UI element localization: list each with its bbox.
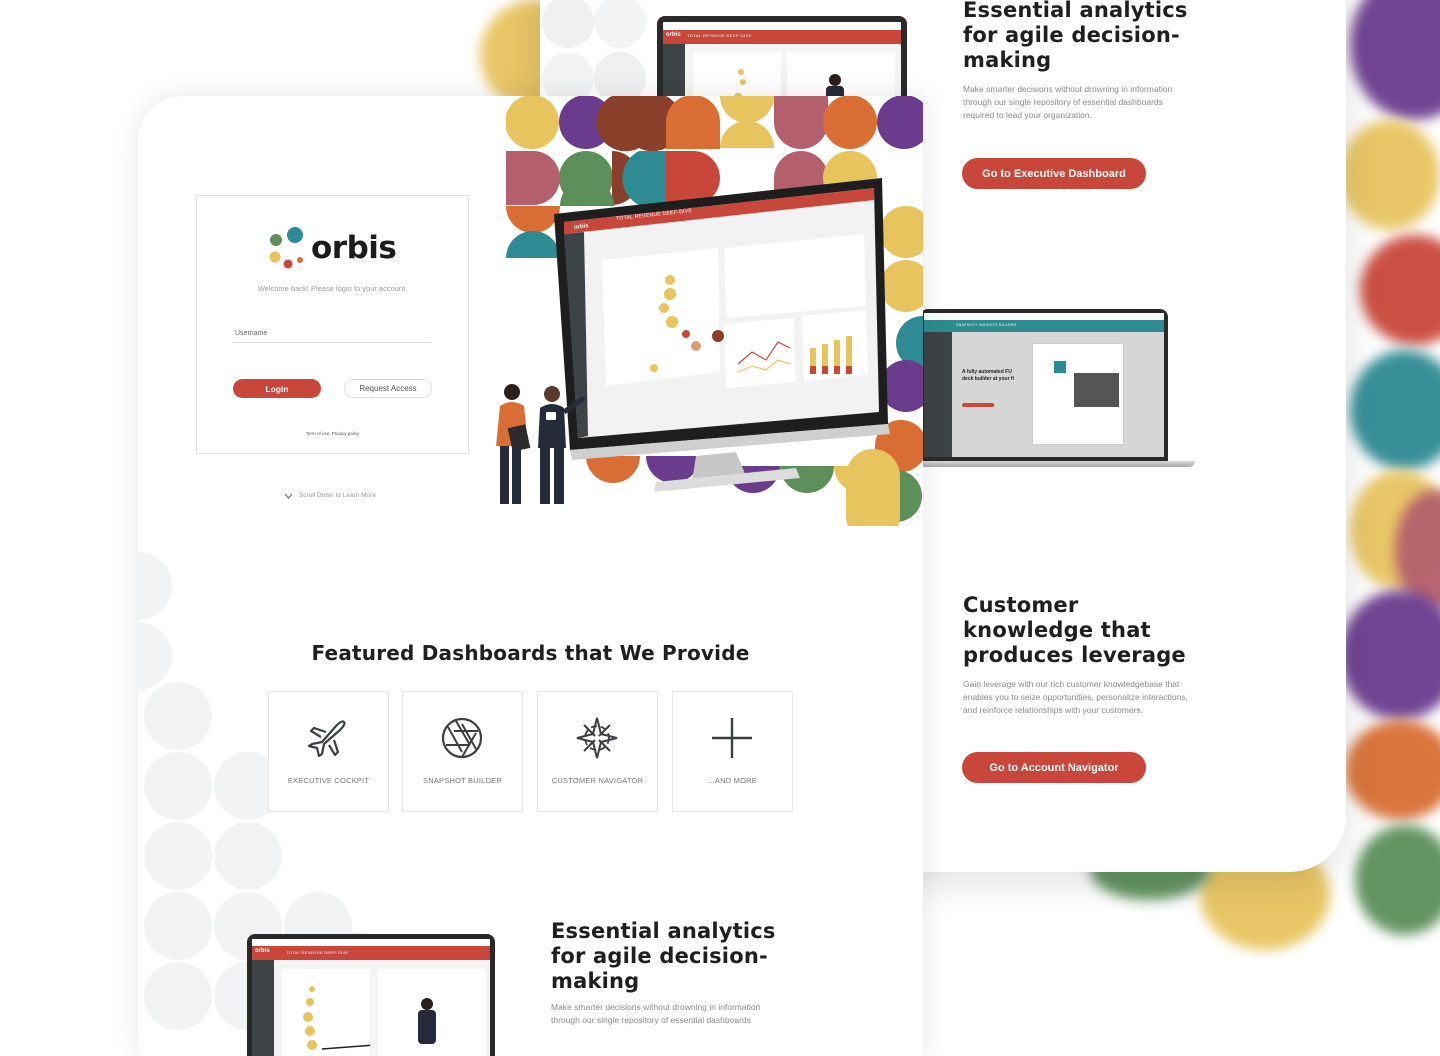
chevron-down-icon — [284, 493, 293, 499]
tile-executive-cockpit[interactable]: EXECUTIVE COCKPIT — [268, 691, 389, 812]
bg-shape — [1345, 720, 1440, 820]
laptop-mockup-snapshot: SNAPSHOT INSIGHTS BUILDER A fully automa… — [920, 309, 1168, 461]
bg-shape — [1340, 590, 1440, 720]
username-input[interactable] — [233, 342, 431, 343]
go-to-account-navigator-button[interactable]: Go to Account Navigator — [962, 752, 1146, 783]
featured-title: Featured Dashboards that We Provide — [311, 641, 750, 665]
snapshot-caption: A fully automated FU — [962, 369, 1012, 375]
mockup-dashboard-title: TOTAL REVENUE DEEP-DIVE — [286, 950, 349, 955]
login-card: orbis Welcome back! Please login to your… — [196, 195, 469, 454]
welcome-message: Welcome back! Please login to your accou… — [257, 284, 408, 293]
mockup-dashboard-title: TOTAL REVENUE DEEP-DIVE — [687, 33, 752, 38]
bg-shape — [1350, 0, 1440, 120]
username-label: Username — [235, 330, 268, 337]
laptop-mockup-bottom: orbis TOTAL REVENUE DEEP-DIVE — [247, 934, 495, 1056]
scroll-hint[interactable]: Scroll Down to Learn More — [284, 492, 376, 499]
mockup-logo: orbis — [666, 32, 681, 38]
laptop-base — [915, 461, 1195, 467]
landing-page-preview-left: orbis Welcome back! Please login to your… — [138, 96, 923, 1056]
section-analytics-body: Make smarter decisions without drowning … — [963, 84, 1173, 120]
request-access-button[interactable]: Request Access — [344, 379, 432, 398]
login-button[interactable]: Login — [233, 379, 321, 398]
go-to-executive-dashboard-button[interactable]: Go to Executive Dashboard — [962, 158, 1146, 189]
tile-label: CUSTOMER NAVIGATOR — [551, 776, 644, 785]
footer-links[interactable]: Term of use. Privacy policy — [197, 431, 468, 436]
bg-shape — [1340, 120, 1440, 230]
bottom-analytics-body: Make smarter decisions without drowning … — [551, 1002, 761, 1025]
people-illustration — [496, 384, 586, 504]
airplane-icon — [307, 720, 346, 758]
tile-customer-navigator[interactable]: CUSTOMER NAVIGATOR — [537, 691, 658, 812]
monitor-mockup: TOTAL REVENUE DEEP-DIVE orbis — [546, 176, 894, 492]
compass-icon — [576, 717, 618, 759]
snapshot-caption-2: deck builder at your fi — [962, 376, 1014, 382]
section-analytics-title: Essential analytics for agile decision- … — [963, 0, 1188, 72]
person-illustration — [418, 998, 436, 1044]
snapshot-mockup-title: SNAPSHOT INSIGHTS BUILDER — [956, 323, 1017, 327]
section-customer-title: Customer knowledge that produces leverag… — [963, 593, 1186, 667]
tile-snapshot-builder[interactable]: SNAPSHOT BUILDER — [402, 691, 523, 812]
plus-icon — [712, 718, 752, 758]
tile-label: ...AND MORE — [708, 776, 757, 785]
mockup-logo: orbis — [255, 948, 270, 954]
bg-shape — [1350, 350, 1440, 470]
pattern-decoration — [542, 0, 646, 100]
scroll-hint-label: Scroll Down to Learn More — [299, 492, 376, 499]
tile-and-more[interactable]: ...AND MORE — [672, 691, 793, 812]
orbis-logo-text: orbis — [311, 230, 397, 266]
bg-shape — [1360, 235, 1440, 345]
orbis-logo-icon — [269, 227, 303, 269]
bottom-analytics-title: Essential analytics for agile decision- … — [551, 919, 776, 993]
aperture-icon — [441, 717, 483, 759]
tile-label: EXECUTIVE COCKPIT — [287, 776, 370, 785]
tile-label: SNAPSHOT BUILDER — [423, 776, 502, 785]
section-customer-body: Gain leverage with our rich customer kno… — [963, 679, 1188, 715]
bg-shape — [1355, 825, 1440, 935]
